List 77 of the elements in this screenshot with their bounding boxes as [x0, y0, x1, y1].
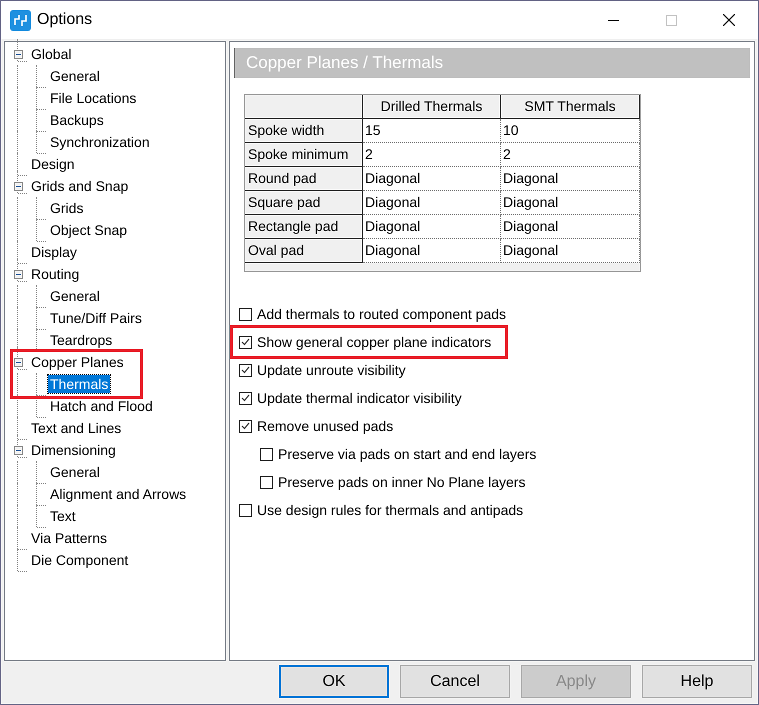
- tree-item[interactable]: General: [48, 67, 102, 85]
- tree-item[interactable]: Routing: [29, 265, 82, 283]
- row-header: Spoke minimum: [245, 143, 363, 167]
- tree-item[interactable]: Object Snap: [48, 221, 130, 239]
- checkbox[interactable]: [260, 476, 273, 488]
- checkbox[interactable]: [239, 336, 252, 348]
- tree-item[interactable]: Hatch and Flood: [48, 397, 155, 415]
- dialog-button[interactable]: OK: [279, 665, 389, 698]
- option-label[interactable]: Preserve pads on inner No Plane layers: [278, 472, 526, 492]
- table-cell[interactable]: Diagonal: [501, 215, 640, 239]
- collapse-icon[interactable]: [14, 358, 22, 366]
- table-cell[interactable]: Diagonal: [363, 239, 501, 263]
- collapse-icon[interactable]: [14, 182, 22, 190]
- checkbox[interactable]: [239, 504, 252, 516]
- tree-item[interactable]: Grids: [48, 199, 86, 217]
- row-header: Rectangle pad: [245, 215, 363, 239]
- checkbox[interactable]: [239, 392, 252, 404]
- checkmark-icon: [241, 394, 250, 402]
- checkmark-icon: [241, 338, 250, 346]
- tree-item[interactable]: Die Component: [29, 551, 130, 569]
- tree-item[interactable]: Grids and Snap: [29, 177, 130, 195]
- dialog-button[interactable]: Cancel: [400, 665, 510, 698]
- tree-item[interactable]: General: [48, 287, 102, 305]
- tree-item[interactable]: Alignment and Arrows: [48, 485, 188, 503]
- tree-item[interactable]: Dimensioning: [29, 441, 118, 459]
- row-header: Oval pad: [245, 239, 363, 263]
- checkbox[interactable]: [239, 364, 252, 376]
- table-cell[interactable]: Diagonal: [363, 191, 501, 215]
- tree-item[interactable]: Via Patterns: [29, 529, 110, 547]
- window-title: Options: [37, 10, 92, 30]
- tree-item[interactable]: General: [48, 463, 102, 481]
- tree-item[interactable]: Thermals: [48, 375, 110, 393]
- checkbox[interactable]: [260, 448, 273, 460]
- column-header: SMT Thermals: [501, 95, 640, 119]
- table-cell[interactable]: 2: [501, 143, 640, 167]
- table-cell[interactable]: 2: [363, 143, 501, 167]
- column-header: Drilled Thermals: [363, 95, 501, 119]
- option-label[interactable]: Add thermals to routed component pads: [257, 304, 506, 324]
- tree-item[interactable]: Global: [29, 45, 74, 63]
- page-header: Copper Planes / Thermals: [234, 48, 750, 78]
- table-cell[interactable]: Diagonal: [501, 191, 640, 215]
- tree-item[interactable]: Backups: [48, 111, 106, 129]
- tree-item[interactable]: File Locations: [48, 89, 138, 107]
- collapse-icon[interactable]: [14, 446, 22, 454]
- checkbox[interactable]: [239, 420, 252, 432]
- table-cell[interactable]: Diagonal: [501, 167, 640, 191]
- collapse-icon[interactable]: [14, 270, 22, 278]
- row-header: Square pad: [245, 191, 363, 215]
- option-label[interactable]: Show general copper plane indicators: [257, 332, 492, 352]
- table-cell[interactable]: Diagonal: [363, 167, 501, 191]
- row-header: Round pad: [245, 167, 363, 191]
- checkbox[interactable]: [239, 308, 252, 320]
- table-cell[interactable]: 15: [363, 119, 501, 143]
- checkmark-icon: [241, 366, 250, 374]
- maximize-icon: [666, 14, 676, 26]
- row-header: Spoke width: [245, 119, 363, 143]
- tree-item[interactable]: Copper Planes: [29, 353, 126, 371]
- tree-item[interactable]: Synchronization: [48, 133, 152, 151]
- tree-item[interactable]: Tune/Diff Pairs: [48, 309, 144, 327]
- tree-item[interactable]: Design: [29, 155, 77, 173]
- tree-item[interactable]: Text: [48, 507, 78, 525]
- checkmark-icon: [241, 422, 250, 430]
- table-cell[interactable]: Diagonal: [363, 215, 501, 239]
- tree-item[interactable]: Text and Lines: [29, 419, 124, 437]
- option-label[interactable]: Remove unused pads: [257, 416, 394, 436]
- table-cell[interactable]: Diagonal: [501, 239, 640, 263]
- option-label[interactable]: Preserve via pads on start and end layers: [278, 444, 536, 464]
- option-label[interactable]: Update thermal indicator visibility: [257, 388, 462, 408]
- app-icon: [10, 10, 31, 30]
- tree-item[interactable]: Teardrops: [48, 331, 114, 349]
- tree-item[interactable]: Display: [29, 243, 79, 261]
- option-label[interactable]: Update unroute visibility: [257, 360, 406, 380]
- close-icon: [723, 14, 735, 26]
- dialog-button[interactable]: Help: [642, 665, 752, 698]
- table-cell[interactable]: 10: [501, 119, 640, 143]
- collapse-icon[interactable]: [14, 50, 22, 58]
- option-label[interactable]: Use design rules for thermals and antipads: [257, 500, 524, 520]
